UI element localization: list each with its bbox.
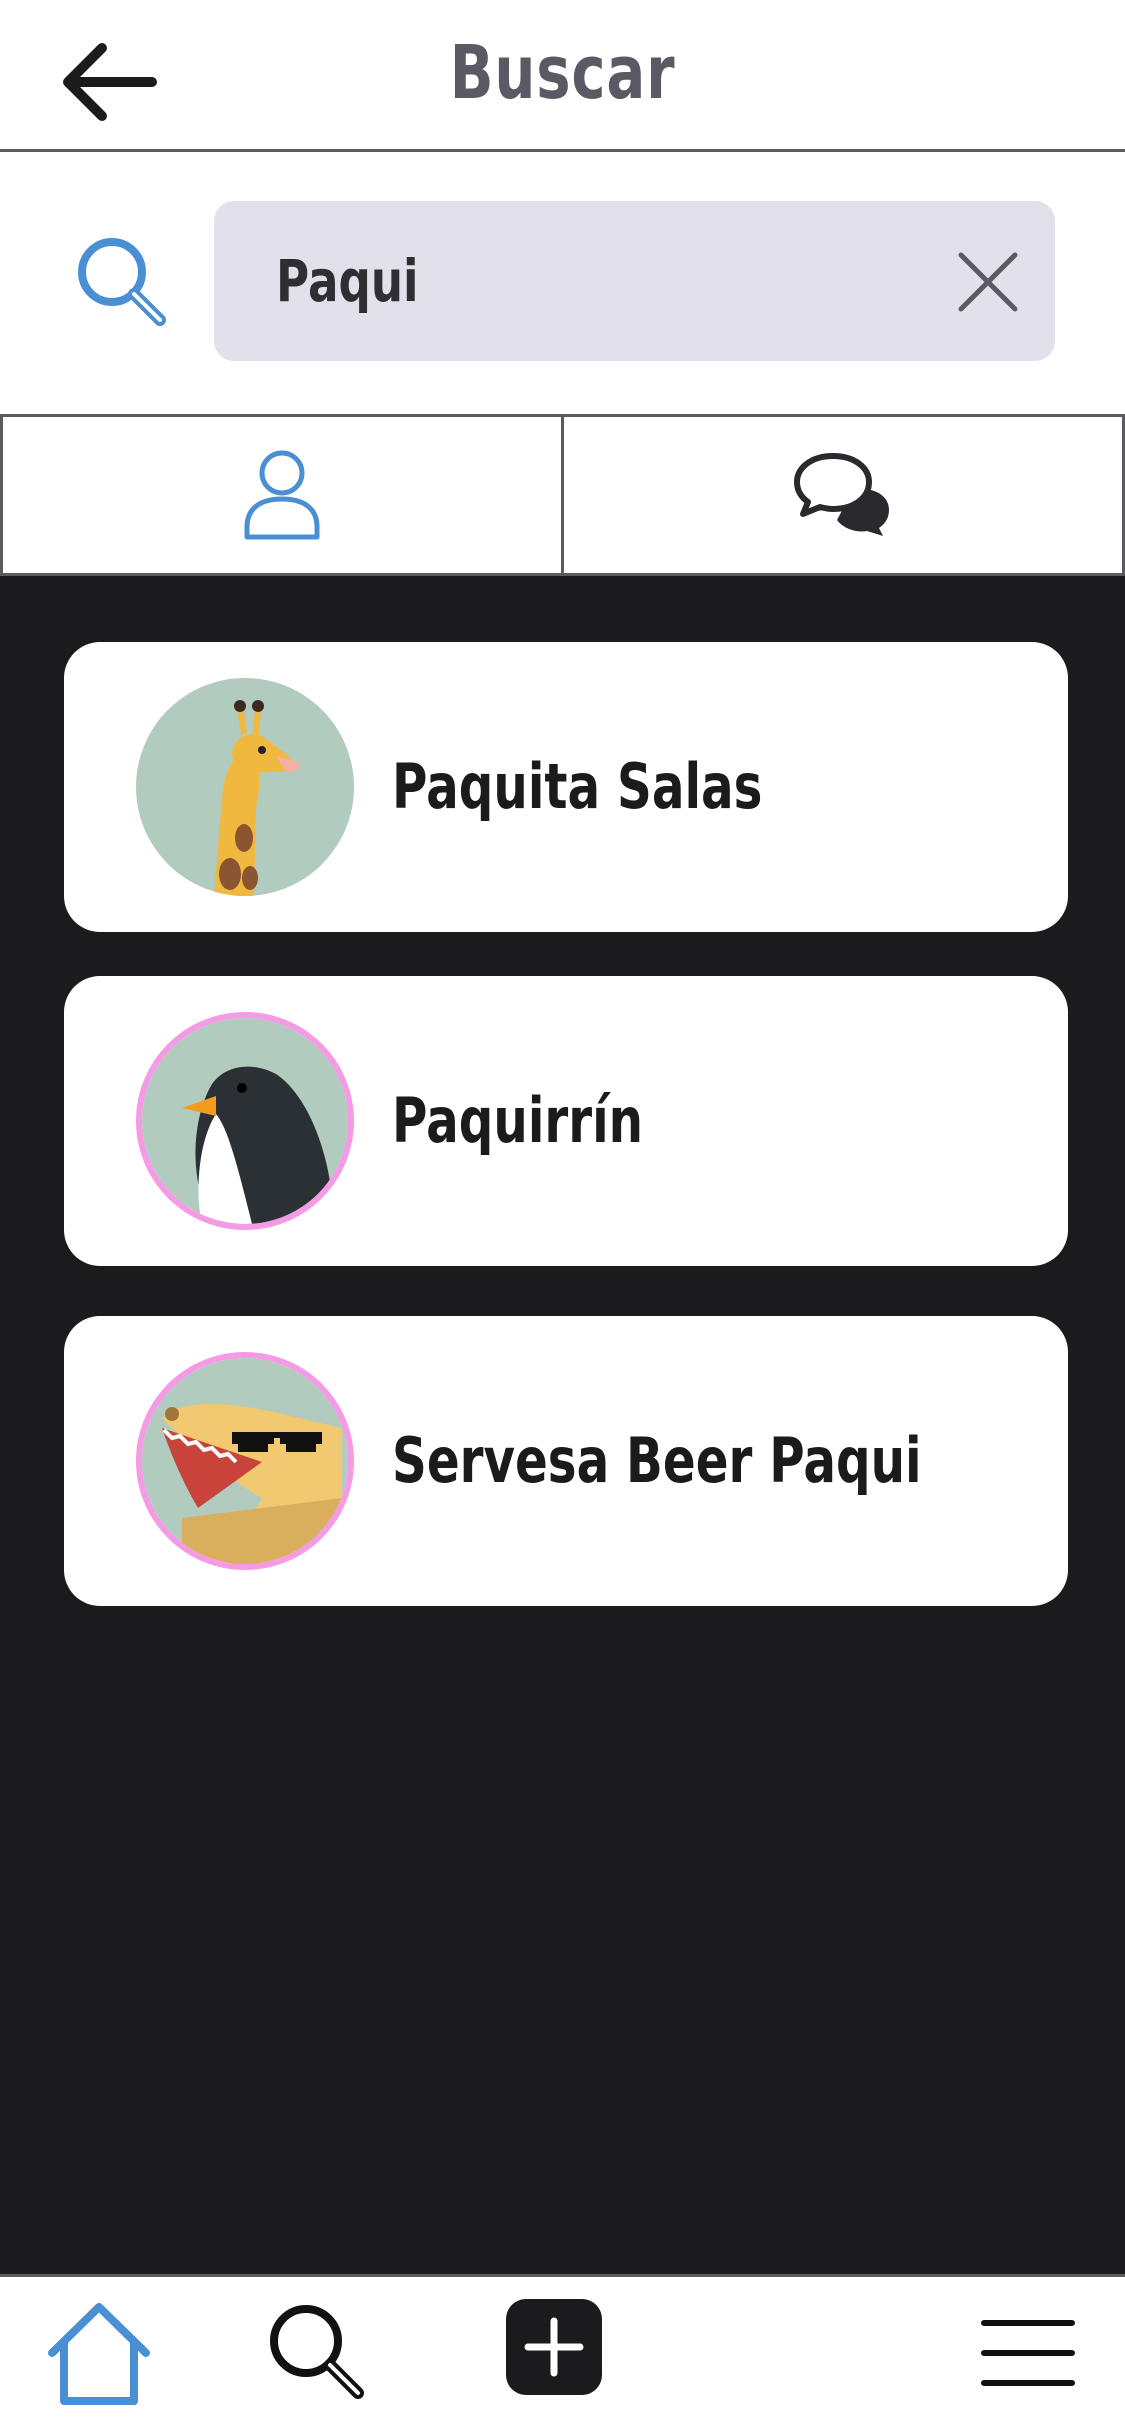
nav-add[interactable] bbox=[504, 2297, 614, 2407]
search-area: Paqui bbox=[0, 152, 1125, 414]
search-input-value: Paqui bbox=[276, 247, 419, 315]
search-icon bbox=[78, 238, 166, 326]
search-tabs bbox=[0, 414, 1125, 576]
list-item[interactable]: Servesa Beer Paqui bbox=[64, 1316, 1068, 1606]
tab-people[interactable] bbox=[0, 417, 561, 573]
close-icon[interactable] bbox=[957, 251, 1019, 313]
user-name: Paquirrín bbox=[392, 1084, 644, 1157]
page-title: Buscar bbox=[449, 30, 676, 116]
tab-chats[interactable] bbox=[561, 417, 1125, 573]
hamburger-icon bbox=[981, 2320, 1075, 2386]
list-item[interactable]: Paquita Salas bbox=[64, 642, 1068, 932]
search-input[interactable]: Paqui bbox=[214, 201, 1055, 361]
user-name: Paquita Salas bbox=[392, 750, 763, 823]
user-icon bbox=[244, 450, 320, 540]
giraffe-avatar bbox=[136, 678, 354, 896]
penguin-avatar bbox=[136, 1012, 354, 1230]
home-icon bbox=[48, 2303, 150, 2405]
user-name: Servesa Beer Paqui bbox=[392, 1424, 922, 1497]
plus-icon bbox=[506, 2299, 602, 2395]
nav-search[interactable] bbox=[262, 2297, 372, 2407]
nav-menu[interactable] bbox=[978, 2297, 1088, 2407]
chat-bubbles-icon bbox=[794, 453, 889, 536]
bottom-nav bbox=[0, 2274, 1125, 2436]
crocodile-avatar bbox=[136, 1352, 354, 1570]
search-icon bbox=[270, 2305, 364, 2399]
list-item[interactable]: Paquirrín bbox=[64, 976, 1068, 1266]
nav-home[interactable] bbox=[44, 2297, 154, 2407]
header: Buscar bbox=[0, 0, 1125, 152]
